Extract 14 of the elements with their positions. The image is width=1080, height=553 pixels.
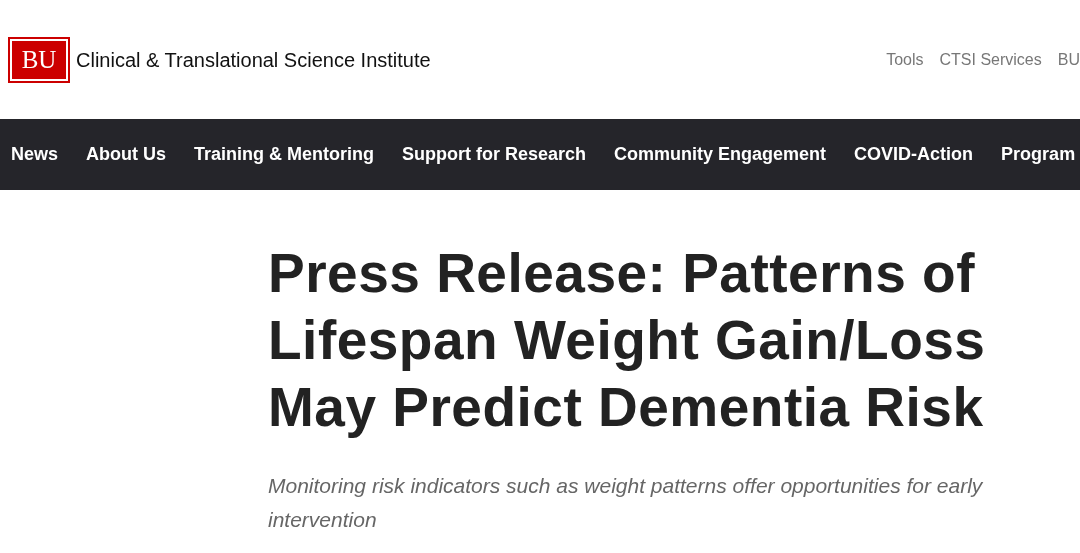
nav-link[interactable]: News (11, 141, 59, 168)
nav-link[interactable]: Program (1001, 141, 1076, 168)
utility-link[interactable]: BU (1057, 47, 1080, 72)
article-title: Press Release: Patterns of Lifespan Weight Gain/Loss May Predict Dementia Risk (268, 241, 987, 440)
nav-link[interactable]: Community Engagement (614, 141, 827, 168)
nav-link[interactable]: COVID-Action (854, 141, 974, 168)
article-subtitle: Monitoring risk indicators such as weight patterns offer opportunities for early intervention (268, 473, 984, 533)
nav-link[interactable]: Support for Research (402, 141, 587, 168)
nav-link[interactable]: About Us (86, 141, 167, 168)
utility-link[interactable]: CTSI Services (939, 47, 1042, 72)
site-title[interactable]: Clinical & Translational Science Institute (76, 44, 431, 75)
utility-link[interactable]: Tools (886, 47, 924, 72)
logo[interactable]: BU (10, 38, 68, 81)
nav-link[interactable]: Training & Mentoring (194, 141, 375, 168)
